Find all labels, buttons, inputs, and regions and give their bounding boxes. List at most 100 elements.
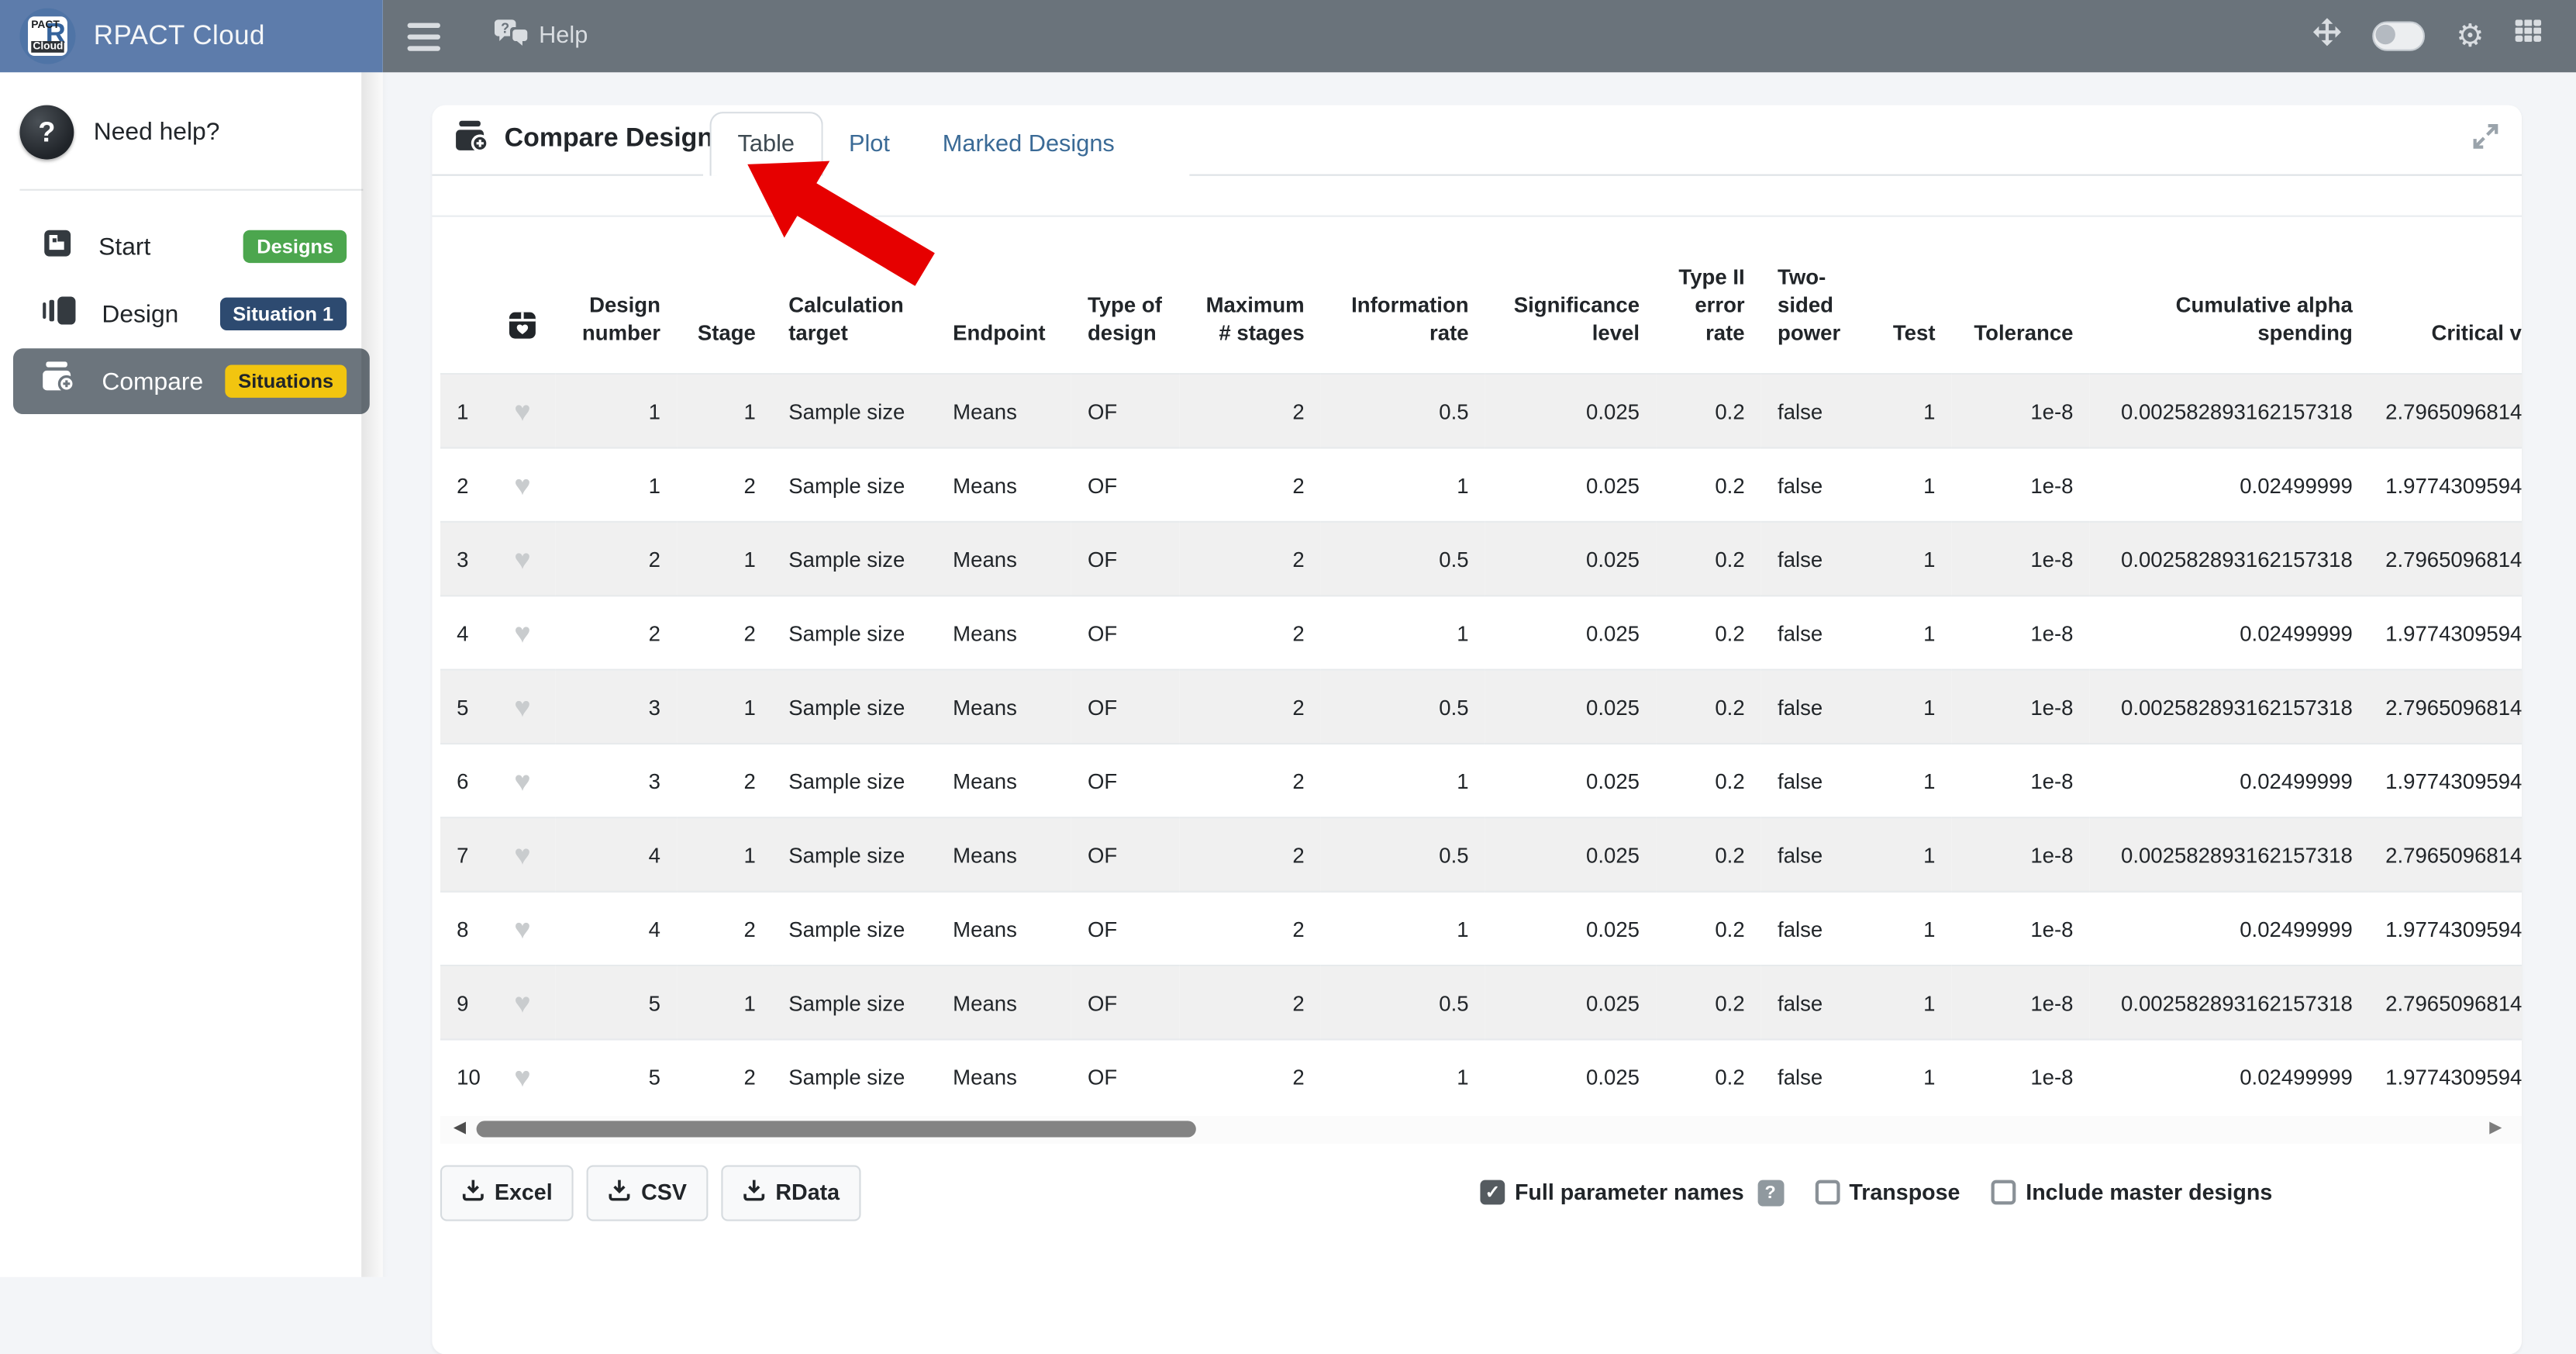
cell-idx: 8 <box>440 892 490 965</box>
export-excel-button[interactable]: Excel <box>440 1164 574 1220</box>
cell-two_sided_power: false <box>1761 1039 1873 1113</box>
cell-significance_level: 0.025 <box>1485 596 1656 669</box>
cell-endpoint: Means <box>936 965 1071 1039</box>
cell-fav[interactable]: ♥ <box>490 744 556 817</box>
cell-design_number: 2 <box>555 596 677 669</box>
cell-stage: 2 <box>677 1039 772 1113</box>
heart-icon[interactable]: ♥ <box>514 395 530 427</box>
cell-test: 1 <box>1873 374 1952 447</box>
cell-endpoint: Means <box>936 596 1071 669</box>
table-row: 10♥52Sample sizeMeansOF210.0250.2false11… <box>440 1039 2522 1113</box>
need-help-link[interactable]: ? Need help? <box>0 72 383 188</box>
cell-type_ii_error_rate: 0.2 <box>1656 1039 1761 1113</box>
download-icon <box>609 1179 632 1207</box>
checkbox-unchecked[interactable] <box>1991 1180 2016 1205</box>
cell-fav[interactable]: ♥ <box>490 670 556 744</box>
tab-marked-designs[interactable]: Marked Designs <box>916 112 1141 176</box>
app-window: ? Help ⚙ <box>0 0 2576 1277</box>
cell-fav[interactable]: ♥ <box>490 1039 556 1113</box>
cell-fav[interactable]: ♥ <box>490 522 556 596</box>
scrollbar-thumb[interactable] <box>477 1120 1196 1136</box>
cell-information_rate: 0.5 <box>1321 522 1485 596</box>
column-header-tolerance: Tolerance <box>1952 217 2090 374</box>
rpact-logo[interactable]: R PACT Cloud <box>19 9 75 64</box>
horizontal-scrollbar[interactable]: ◀ ▶ <box>440 1115 2522 1143</box>
column-header-fav <box>490 217 556 374</box>
help-menu[interactable]: ? Help <box>495 18 588 54</box>
sidebar-item-start[interactable]: Start Designs <box>13 214 370 280</box>
tab-plot[interactable]: Plot <box>822 112 916 176</box>
cell-type_ii_error_rate: 0.2 <box>1656 744 1761 817</box>
cell-design_number: 4 <box>555 892 677 965</box>
heart-icon[interactable]: ♥ <box>514 469 530 500</box>
cell-endpoint: Means <box>936 744 1071 817</box>
cell-test: 1 <box>1873 817 1952 891</box>
cell-calculation_target: Sample size <box>772 817 936 891</box>
help-question-badge[interactable]: ? <box>1757 1180 1784 1206</box>
cell-stage: 1 <box>677 817 772 891</box>
theme-toggle[interactable] <box>2372 22 2425 51</box>
heart-icon[interactable]: ♥ <box>514 691 530 722</box>
heart-icon[interactable]: ♥ <box>514 913 530 944</box>
cell-two_sided_power: false <box>1761 892 1873 965</box>
checkbox-checked[interactable]: ✓ <box>1480 1180 1505 1205</box>
tab-table[interactable]: Table <box>710 112 823 176</box>
cell-endpoint: Means <box>936 1039 1071 1113</box>
checkbox-unchecked[interactable] <box>1815 1180 1840 1205</box>
cell-type_ii_error_rate: 0.2 <box>1656 670 1761 744</box>
cell-endpoint: Means <box>936 447 1071 521</box>
cell-fav[interactable]: ♥ <box>490 374 556 447</box>
transpose-checkbox[interactable]: Transpose <box>1815 1180 1960 1205</box>
cell-critical_value: 2.79650968146 <box>2369 965 2522 1039</box>
full-parameter-names-checkbox[interactable]: ✓ Full parameter names ? <box>1480 1180 1783 1206</box>
sidebar-toggle-hamburger-icon[interactable] <box>408 22 440 50</box>
export-rdata-button[interactable]: RData <box>721 1164 860 1220</box>
cell-cumulative_alpha_spending: 0.02499999 <box>2090 892 2369 965</box>
cell-cumulative_alpha_spending: 0.002582893162157318 <box>2090 965 2369 1039</box>
column-header-calculation_target: Calculation target <box>772 217 936 374</box>
expand-panel-icon[interactable] <box>2472 123 2498 157</box>
settings-gear-icon[interactable]: ⚙ <box>2456 20 2484 51</box>
cell-fav[interactable]: ♥ <box>490 965 556 1039</box>
sidebar-item-label: Design <box>102 300 178 328</box>
scroll-left-arrow-icon[interactable]: ◀ <box>453 1118 466 1136</box>
grid-table-icon[interactable] <box>2516 19 2545 52</box>
cell-critical_value: 1.97743095941 <box>2369 744 2522 817</box>
column-header-cumulative_alpha_spending: Cumulative alpha spending <box>2090 217 2369 374</box>
heart-icon[interactable]: ♥ <box>514 839 530 870</box>
sidebar-item-design[interactable]: Design Situation 1 <box>13 281 370 347</box>
cell-maximum_stages: 2 <box>1180 596 1321 669</box>
heart-icon[interactable]: ♥ <box>514 1062 530 1093</box>
cell-design_number: 4 <box>555 817 677 891</box>
cell-fav[interactable]: ♥ <box>490 817 556 891</box>
sidebar-item-compare[interactable]: Compare Situations <box>13 348 370 414</box>
heart-icon[interactable]: ♥ <box>514 765 530 796</box>
cell-fav[interactable]: ♥ <box>490 447 556 521</box>
scroll-right-arrow-icon[interactable]: ▶ <box>2489 1118 2502 1136</box>
cell-idx: 7 <box>440 817 490 891</box>
cell-design_number: 5 <box>555 965 677 1039</box>
cell-information_rate: 1 <box>1321 892 1485 965</box>
column-header-stage: Stage <box>677 217 772 374</box>
sidebar: R PACT Cloud RPACT Cloud ? Need help? St… <box>0 0 383 1277</box>
cell-maximum_stages: 2 <box>1180 522 1321 596</box>
sidebar-item-label: Compare <box>102 368 203 395</box>
cell-type_of_design: OF <box>1071 892 1180 965</box>
heart-icon[interactable]: ♥ <box>514 543 530 574</box>
cell-fav[interactable]: ♥ <box>490 596 556 669</box>
heart-icon[interactable]: ♥ <box>514 987 530 1018</box>
app-title: RPACT Cloud <box>94 20 265 51</box>
include-master-designs-checkbox[interactable]: Include master designs <box>1991 1180 2273 1205</box>
cell-fav[interactable]: ♥ <box>490 892 556 965</box>
cell-critical_value: 2.79650968146 <box>2369 817 2522 891</box>
svg-text:?: ? <box>501 20 509 36</box>
cell-cumulative_alpha_spending: 0.002582893162157318 <box>2090 522 2369 596</box>
heart-icon[interactable]: ♥ <box>514 617 530 648</box>
cell-two_sided_power: false <box>1761 744 1873 817</box>
cell-tolerance: 1e-8 <box>1952 892 2090 965</box>
fullscreen-arrows-icon[interactable] <box>2313 18 2341 54</box>
cell-test: 1 <box>1873 892 1952 965</box>
cell-critical_value: 2.79650968146 <box>2369 374 2522 447</box>
export-csv-button[interactable]: CSV <box>587 1164 708 1220</box>
cell-two_sided_power: false <box>1761 965 1873 1039</box>
